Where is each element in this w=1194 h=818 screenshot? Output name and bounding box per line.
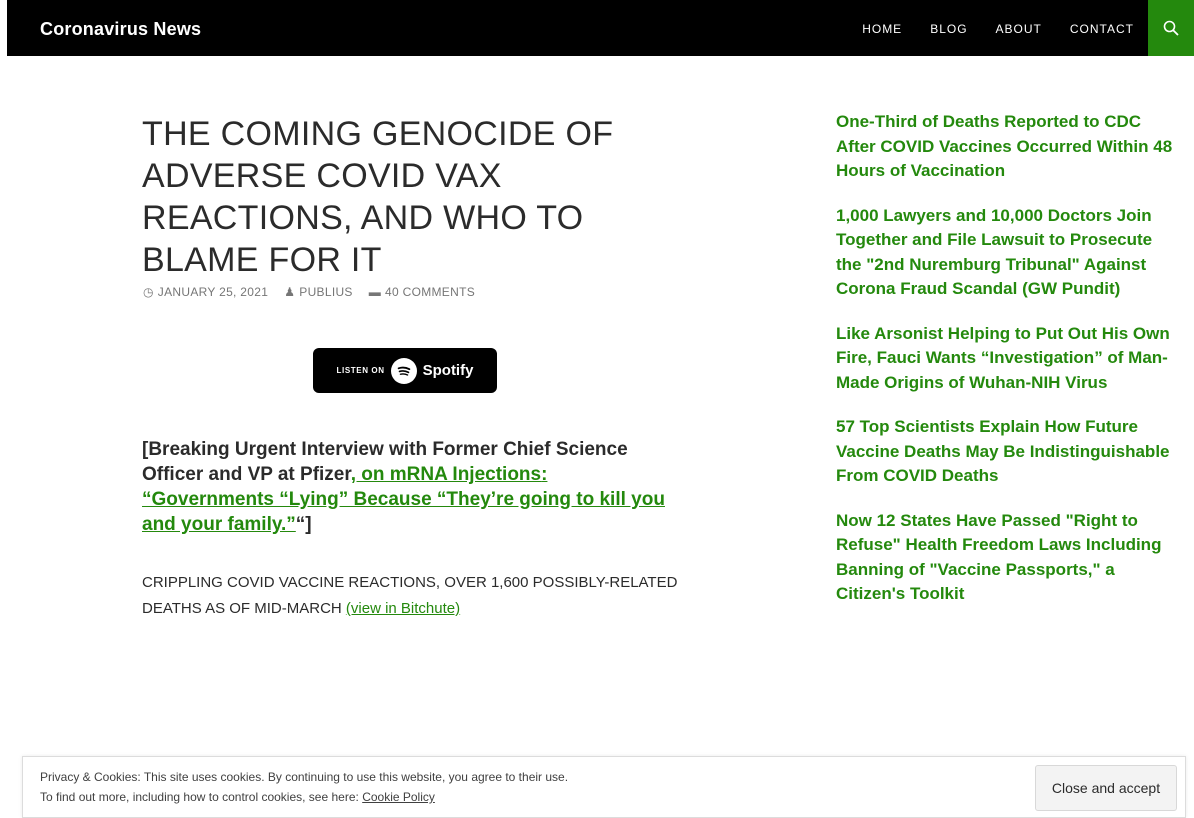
cookie-line-2: To find out more, including how to contr… xyxy=(40,787,568,807)
sidebar-link[interactable]: 1,000 Lawyers and 10,000 Doctors Join To… xyxy=(836,204,1176,302)
post-author[interactable]: ♟ PUBLIUS xyxy=(284,285,353,299)
post-meta: ◷ JANUARY 25, 2021 ♟ PUBLIUS ▬ 40 COMMEN… xyxy=(143,285,475,299)
crippling-paragraph: CRIPPLING COVID VACCINE REACTIONS, OVER … xyxy=(142,570,682,622)
interview-suffix: “] xyxy=(295,514,312,535)
bitchute-link[interactable]: (view in Bitchute) xyxy=(346,600,460,617)
search-button[interactable] xyxy=(1148,0,1194,56)
comment-icon: ▬ xyxy=(368,285,382,299)
sidebar-link[interactable]: One-Third of Deaths Reported to CDC Afte… xyxy=(836,110,1176,184)
spotify-brand: Spotify xyxy=(422,362,474,379)
nav-contact[interactable]: CONTACT xyxy=(1070,22,1134,36)
post-title: THE COMING GENOCIDE OF ADVERSE COVID VAX… xyxy=(142,115,614,279)
spotify-listen-label: LISTEN ON xyxy=(336,366,385,375)
interview-paragraph: [Breaking Urgent Interview with Former C… xyxy=(142,437,682,537)
nav-about[interactable]: ABOUT xyxy=(996,22,1042,36)
sidebar-link[interactable]: Like Arsonist Helping to Put Out His Own… xyxy=(836,322,1176,396)
clock-icon: ◷ xyxy=(143,285,154,299)
sidebar-link[interactable]: 57 Top Scientists Explain How Future Vac… xyxy=(836,415,1176,489)
cookie-banner: Privacy & Cookies: This site uses cookie… xyxy=(22,756,1186,818)
post-author-text: PUBLIUS xyxy=(299,285,353,299)
interview-link-pfizer[interactable]: , on mRNA Injections xyxy=(351,464,541,485)
post-date[interactable]: ◷ JANUARY 25, 2021 xyxy=(143,285,268,299)
cookie-policy-link[interactable]: Cookie Policy xyxy=(362,790,435,804)
post-comments-text: 40 COMMENTS xyxy=(385,285,476,299)
cookie-line-1: Privacy & Cookies: This site uses cookie… xyxy=(40,770,569,784)
cookie-line-2-text: To find out more, including how to contr… xyxy=(40,790,363,804)
sidebar-links: One-Third of Deaths Reported to CDC Afte… xyxy=(836,110,1176,627)
post-comments[interactable]: ▬ 40 COMMENTS xyxy=(369,285,475,299)
site-header: Coronavirus News HOME BLOG ABOUT CONTACT xyxy=(7,0,1194,56)
cookie-text: Privacy & Cookies: This site uses cookie… xyxy=(40,767,568,807)
spotify-icon xyxy=(390,357,417,384)
site-title[interactable]: Coronavirus News xyxy=(40,19,201,40)
user-icon: ♟ xyxy=(284,285,296,299)
nav-home[interactable]: HOME xyxy=(862,22,902,36)
sidebar-link[interactable]: Now 12 States Have Passed "Right to Refu… xyxy=(836,509,1176,607)
search-icon xyxy=(1163,20,1179,36)
post-date-text: JANUARY 25, 2021 xyxy=(157,285,269,299)
listen-on-spotify-button[interactable]: LISTEN ON Spotify xyxy=(313,348,497,393)
close-and-accept-button[interactable]: Close and accept xyxy=(1035,765,1177,811)
nav-blog[interactable]: BLOG xyxy=(930,22,967,36)
primary-nav: HOME BLOG ABOUT CONTACT xyxy=(862,22,1134,36)
